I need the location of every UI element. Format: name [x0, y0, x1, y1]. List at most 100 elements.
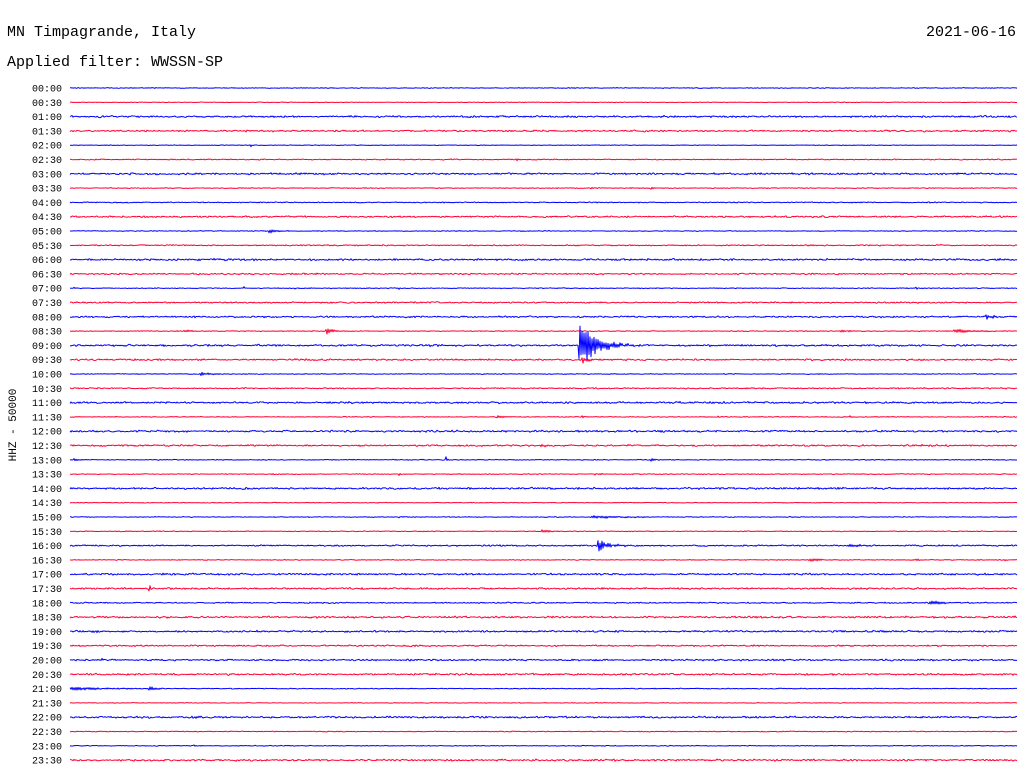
trace-0600 — [69, 257, 1018, 262]
trace-2200 — [69, 715, 1018, 719]
filter-label: Applied filter: WWSSN-SP — [7, 54, 223, 71]
trace-1500 — [69, 515, 1018, 519]
row-label-0930: 09:30 — [32, 356, 62, 367]
trace-1030 — [69, 387, 1018, 390]
trace-0400 — [69, 201, 1018, 204]
helicorder-plot: MN Timpagrande, Italy 2021-06-16 Applied… — [7, 24, 1018, 768]
trace-1930 — [69, 644, 1018, 648]
row-label-0500: 05:00 — [32, 228, 62, 239]
row-label-0400: 04:00 — [32, 199, 62, 210]
row-label-1700: 17:00 — [32, 571, 62, 582]
row-label-2000: 20:00 — [32, 657, 62, 668]
trace-2030 — [69, 672, 1018, 676]
row-labels: 00:00 00:30 01:00 01:30 02:00 02:30 03:00 03:30… — [32, 85, 62, 768]
row-label-0130: 01:30 — [32, 127, 62, 138]
row-label-0330: 03:30 — [32, 185, 62, 196]
row-label-0730: 07:30 — [32, 299, 62, 310]
trace-2100 — [69, 686, 1018, 691]
row-label-2300: 23:00 — [32, 742, 62, 753]
trace-0630 — [69, 272, 1018, 276]
trace-1430 — [69, 501, 1018, 504]
row-label-0300: 03:00 — [32, 170, 62, 181]
traces — [69, 87, 1018, 762]
row-label-1100: 11:00 — [32, 399, 62, 410]
row-label-2130: 21:30 — [32, 699, 62, 710]
row-label-2100: 21:00 — [32, 685, 62, 696]
row-label-1200: 12:00 — [32, 428, 62, 439]
trace-0830 — [69, 328, 1018, 335]
y-axis-label: HHZ - 50000 — [8, 389, 20, 462]
trace-0130 — [69, 129, 1018, 133]
trace-1330 — [69, 472, 1018, 476]
trace-0200 — [69, 144, 1018, 148]
trace-0300 — [69, 172, 1018, 176]
trace-1000 — [69, 371, 1018, 377]
row-label-0900: 09:00 — [32, 342, 62, 353]
trace-1300 — [69, 456, 1018, 462]
row-label-1400: 14:00 — [32, 485, 62, 496]
row-label-0000: 00:00 — [32, 85, 62, 96]
row-label-2230: 22:30 — [32, 728, 62, 739]
trace-1100 — [69, 400, 1018, 405]
trace-0500 — [69, 229, 1018, 234]
row-label-0030: 00:30 — [32, 99, 62, 110]
row-label-0430: 04:30 — [32, 213, 62, 224]
row-label-0800: 08:00 — [32, 313, 62, 324]
row-label-1300: 13:00 — [32, 456, 62, 467]
row-label-1630: 16:30 — [32, 556, 62, 567]
trace-2000 — [69, 657, 1018, 662]
trace-1200 — [69, 429, 1018, 433]
row-label-0630: 06:30 — [32, 270, 62, 281]
trace-2130 — [69, 702, 1018, 704]
trace-0330 — [69, 186, 1018, 190]
row-label-0530: 05:30 — [32, 242, 62, 253]
row-label-1530: 15:30 — [32, 528, 62, 539]
date-label: 2021-06-16 — [926, 24, 1016, 41]
trace-1230 — [69, 443, 1018, 448]
trace-0000 — [69, 87, 1018, 90]
trace-2330 — [69, 758, 1018, 762]
row-label-1130: 11:30 — [32, 413, 62, 424]
row-label-1800: 18:00 — [32, 599, 62, 610]
trace-0800 — [69, 314, 1018, 320]
trace-2300 — [69, 744, 1018, 747]
row-label-1730: 17:30 — [32, 585, 62, 596]
station-title: MN Timpagrande, Italy — [7, 24, 196, 41]
trace-1600 — [69, 540, 1018, 552]
row-label-1600: 16:00 — [32, 542, 62, 553]
trace-0730 — [69, 301, 1018, 304]
row-label-0200: 02:00 — [32, 142, 62, 153]
row-label-1930: 19:30 — [32, 642, 62, 653]
trace-0700 — [69, 286, 1018, 290]
row-label-0600: 06:00 — [32, 256, 62, 267]
row-label-1900: 19:00 — [32, 628, 62, 639]
trace-0230 — [69, 158, 1018, 162]
trace-1900 — [69, 629, 1018, 634]
trace-1800 — [69, 600, 1018, 605]
trace-0430 — [69, 215, 1018, 219]
row-label-1500: 15:00 — [32, 514, 62, 525]
row-label-1330: 13:30 — [32, 471, 62, 482]
trace-1630 — [69, 558, 1018, 562]
row-label-1830: 18:30 — [32, 614, 62, 625]
row-label-0230: 02:30 — [32, 156, 62, 167]
trace-0100 — [69, 114, 1018, 119]
trace-1530 — [69, 529, 1018, 533]
trace-0530 — [69, 244, 1018, 247]
row-label-1030: 10:30 — [32, 385, 62, 396]
row-label-2200: 22:00 — [32, 714, 62, 725]
row-label-1000: 10:00 — [32, 371, 62, 382]
row-label-2030: 20:30 — [32, 671, 62, 682]
row-label-2330: 23:30 — [32, 757, 62, 768]
trace-0030 — [69, 101, 1018, 104]
row-label-0100: 01:00 — [32, 113, 62, 124]
row-label-1430: 14:30 — [32, 499, 62, 510]
trace-0930 — [69, 357, 1018, 364]
trace-1400 — [69, 486, 1017, 491]
trace-1700 — [69, 572, 1018, 576]
trace-2230 — [69, 730, 1018, 733]
trace-1130 — [69, 415, 1018, 419]
row-label-0830: 08:30 — [32, 328, 62, 339]
row-label-1230: 12:30 — [32, 442, 62, 453]
trace-1730 — [69, 585, 1018, 592]
